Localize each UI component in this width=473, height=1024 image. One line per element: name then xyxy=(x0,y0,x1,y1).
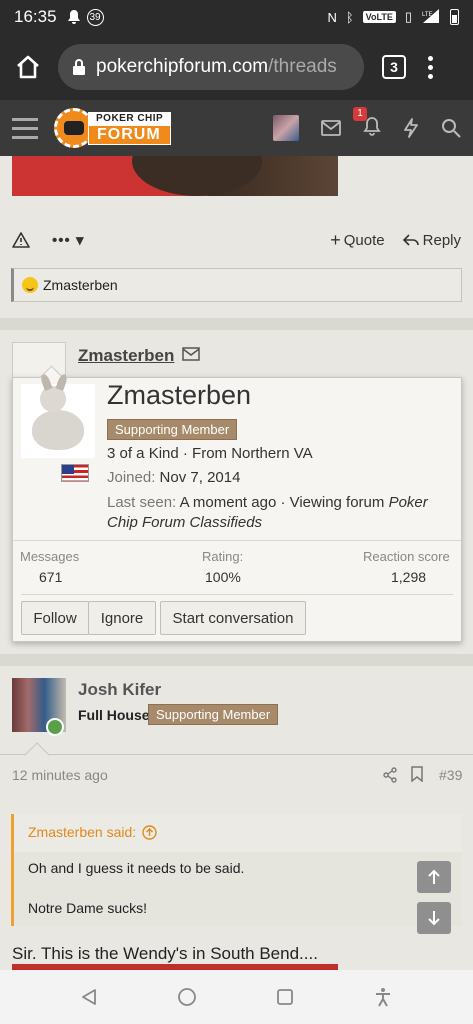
header-icons: 1 xyxy=(273,106,461,141)
member-tag: Supporting Member xyxy=(148,704,279,725)
plus-icon: + xyxy=(330,229,341,250)
warning-icon[interactable] xyxy=(12,232,30,248)
status-left-icons: 39 xyxy=(67,8,104,26)
arrow-down-icon xyxy=(428,911,440,926)
chevron-down-icon: ▾ xyxy=(75,232,85,249)
stat-label-messages: Messages xyxy=(20,549,80,564)
quote-text-line: Notre Dame sucks! xyxy=(28,900,148,916)
share-icon[interactable] xyxy=(382,767,398,783)
browser-menu-button[interactable] xyxy=(428,55,433,79)
accessibility-icon[interactable] xyxy=(373,987,393,1007)
stat-value-reaction-score: 1,298 xyxy=(391,569,427,585)
member-tooltip-card: Zmasterben Supporting Member 3 of a Kind… xyxy=(12,373,462,642)
arrow-up-icon xyxy=(428,869,440,884)
divider-notch xyxy=(24,742,50,768)
member-tag: Supporting Member xyxy=(107,419,238,440)
ignore-button[interactable]: Ignore xyxy=(88,601,156,635)
laugh-emoji-icon xyxy=(22,277,38,293)
status-time: 16:35 xyxy=(14,7,57,26)
reply-icon xyxy=(402,234,419,246)
online-status-icon xyxy=(46,718,64,736)
notification-count-badge: 39 xyxy=(86,8,104,26)
divider xyxy=(13,540,461,541)
address-bar[interactable]: pokerchipforum.com/threads xyxy=(58,44,364,90)
reaction-bar[interactable]: Zmasterben xyxy=(11,268,462,302)
lightning-icon[interactable] xyxy=(403,118,419,138)
post-divider xyxy=(0,318,473,330)
post-author-name[interactable]: Josh Kifer xyxy=(78,680,161,700)
post-body-text: Sir. This is the Wendy's in South Bend..… xyxy=(12,944,318,963)
mail-icon[interactable] xyxy=(321,120,341,136)
divider xyxy=(0,754,473,755)
stat-value-messages: 671 xyxy=(39,569,63,585)
reaction-user: Zmasterben xyxy=(43,277,118,293)
scroll-to-top-button[interactable] xyxy=(417,861,451,893)
home-icon xyxy=(17,55,39,79)
tab-switcher-button[interactable]: 3 xyxy=(382,55,406,79)
more-options-button[interactable]: ••• ▾ xyxy=(52,231,84,249)
hamburger-menu-icon[interactable] xyxy=(12,117,38,139)
user-title: Full House xyxy=(78,707,150,723)
svg-text:LTE: LTE xyxy=(422,12,433,18)
member-title: 3 of a Kind · From Northern VA xyxy=(107,445,313,462)
status-bar: 16:35 39 N ᛒ VoLTE ▯ LTE xyxy=(0,0,473,34)
bluetooth-icon: ᛒ xyxy=(345,9,354,25)
search-icon[interactable] xyxy=(441,118,461,138)
lock-icon xyxy=(73,59,85,75)
post-divider xyxy=(0,654,473,666)
recents-icon[interactable] xyxy=(276,988,294,1006)
system-navigation-bar xyxy=(0,970,473,1024)
quote-button[interactable]: + Quote xyxy=(330,230,384,251)
mail-icon[interactable] xyxy=(182,347,200,361)
arrow-up-circle-icon xyxy=(142,824,157,840)
us-flag-icon xyxy=(61,464,89,482)
member-name[interactable]: Zmasterben xyxy=(107,380,251,411)
stat-label-reaction-score: Reaction score xyxy=(363,549,450,564)
member-last-seen: Last seen: A moment ago · Viewing forum … xyxy=(107,494,428,531)
alert-count-badge: 1 xyxy=(353,106,367,121)
divider xyxy=(21,594,453,595)
url-domain: pokerchipforum.com xyxy=(96,56,269,77)
nfc-icon: N xyxy=(327,9,337,25)
post-number-link[interactable]: #39 xyxy=(439,767,462,783)
alerts-button[interactable]: 1 xyxy=(353,106,381,141)
site-header: POKER CHIP FORUM 1 xyxy=(0,100,473,156)
reply-button[interactable]: Reply xyxy=(402,232,461,249)
post-actions: ••• ▾ + Quote Reply xyxy=(0,222,473,258)
quote-body: Oh and I guess it needs to be said. Notr… xyxy=(14,852,462,926)
site-logo[interactable]: POKER CHIP FORUM xyxy=(54,108,172,148)
follow-button[interactable]: Follow xyxy=(21,601,89,635)
post-image xyxy=(12,156,338,196)
status-right-icons: N ᛒ VoLTE ▯ LTE xyxy=(327,8,459,27)
quote-text-line: Oh and I guess it needs to be said. xyxy=(28,860,245,876)
start-conversation-button[interactable]: Start conversation xyxy=(160,601,306,635)
scroll-to-bottom-button[interactable] xyxy=(417,902,451,934)
quote-block: Zmasterben said: Oh and I guess it needs… xyxy=(11,814,462,926)
member-joined: Joined: Nov 7, 2014 xyxy=(107,469,241,486)
browser-toolbar: pokerchipforum.com/threads 3 xyxy=(0,34,473,100)
vibrate-icon: ▯ xyxy=(404,9,412,24)
quote-author-link[interactable]: Zmasterben said: xyxy=(28,824,157,840)
signal-icon: LTE xyxy=(421,8,441,27)
post-author-name[interactable]: Zmasterben xyxy=(78,346,174,366)
logo-text-top: POKER CHIP xyxy=(88,111,172,125)
bell-icon xyxy=(67,10,80,24)
url-path: /threads xyxy=(268,56,337,77)
post-timestamp[interactable]: 12 minutes ago xyxy=(12,767,108,783)
home-button[interactable] xyxy=(12,51,44,83)
stat-label-rating: Rating: xyxy=(202,549,244,564)
home-circle-icon[interactable] xyxy=(177,987,197,1007)
battery-icon xyxy=(450,9,459,25)
volte-icon: VoLTE xyxy=(362,11,396,23)
back-icon[interactable] xyxy=(80,988,98,1006)
logo-text-bottom: FORUM xyxy=(88,124,172,145)
user-avatar[interactable] xyxy=(273,115,299,141)
member-avatar[interactable] xyxy=(21,373,95,458)
bookmark-icon[interactable] xyxy=(411,766,423,782)
stat-value-rating: 100% xyxy=(205,569,241,585)
